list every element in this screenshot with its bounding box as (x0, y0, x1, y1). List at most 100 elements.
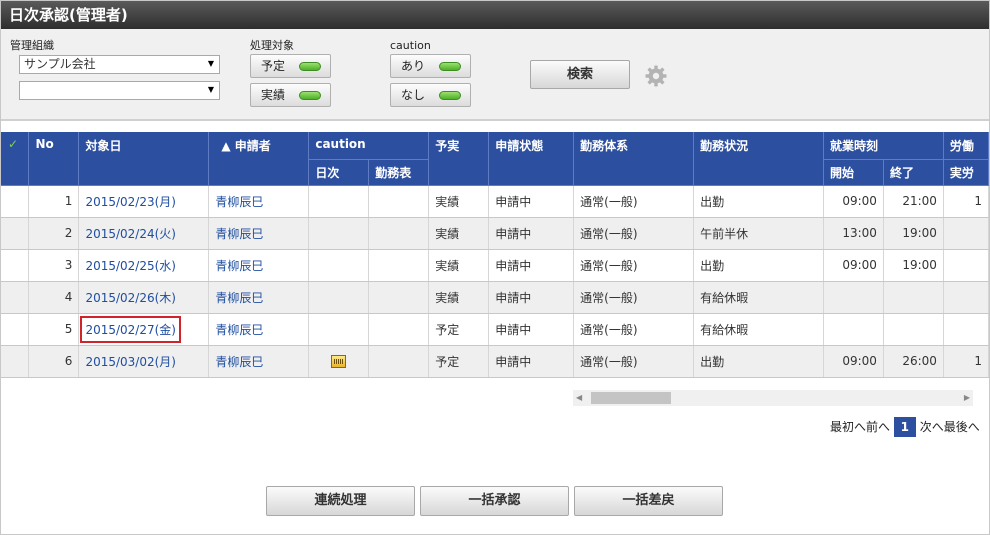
row-date-link[interactable]: 2015/02/27(金) (78, 313, 210, 346)
row-caution-daily (308, 281, 370, 314)
row-plan-actual: 実績 (428, 249, 490, 282)
caution-yes-toggle[interactable]: あり (390, 54, 471, 78)
col-header-plan-actual[interactable]: 予実 (428, 132, 490, 186)
caution-no-label: なし (401, 88, 426, 102)
row-status: 申請中 (488, 313, 575, 346)
pager-next-link[interactable]: 次へ (920, 420, 944, 434)
row-caution-sheet (368, 313, 430, 346)
page-title: 日次承認(管理者) (9, 6, 128, 24)
org-select-1[interactable]: サンプル会社 ▼ (19, 55, 220, 74)
col-header-applicant[interactable]: ▲ 申請者 (208, 132, 310, 186)
dropdown-arrow-icon: ▼ (207, 85, 214, 94)
row-date-link[interactable]: 2015/02/24(火) (78, 217, 210, 250)
settings-gear-icon[interactable] (644, 64, 668, 88)
target-plan-toggle[interactable]: 予定 (250, 54, 331, 78)
col-header-work-status[interactable]: 勤務状況 (693, 132, 824, 186)
row-end (883, 313, 944, 346)
row-work-status: 出勤 (693, 185, 824, 218)
scroll-left-arrow-icon[interactable]: ◀ (576, 392, 582, 404)
row-caution-sheet (368, 249, 430, 282)
row-applicant-link[interactable]: 青柳辰巳 (208, 345, 310, 378)
row-select-cell[interactable] (1, 249, 30, 282)
target-label: 処理対象 (250, 39, 294, 52)
col-header-labor: 労働 (943, 132, 989, 160)
target-plan-label: 予定 (261, 59, 286, 73)
caution-icon[interactable] (331, 355, 347, 368)
filter-panel: 管理組織 サンプル会社 ▼ ▼ 処理対象 予定 実績 caution あり なし… (1, 29, 989, 121)
row-select-cell[interactable] (1, 217, 30, 250)
row-work-status: 出勤 (693, 249, 824, 282)
toggle-on-indicator-icon (299, 62, 321, 71)
caution-no-toggle[interactable]: なし (390, 83, 471, 107)
toggle-on-indicator-icon (439, 91, 461, 100)
select-all-check-icon[interactable]: ✓ (1, 132, 30, 186)
table-row[interactable]: 2 2015/02/24(火) 青柳辰巳 実績 申請中 通常(一般) 午前半休 … (1, 217, 989, 250)
scroll-thumb[interactable] (591, 392, 671, 404)
row-caution-daily (308, 217, 370, 250)
col-header-caution: caution (308, 132, 430, 160)
org-label: 管理組織 (10, 39, 54, 52)
row-date[interactable]: 2015/02/24(火) (85, 225, 176, 242)
row-date-highlighted[interactable]: 2015/02/27(金) (80, 315, 181, 343)
row-date-link[interactable]: 2015/02/26(木) (78, 281, 210, 314)
scroll-right-arrow-icon[interactable]: ▶ (964, 392, 970, 404)
row-start: 09:00 (823, 345, 884, 378)
caution-filter-label: caution (390, 39, 431, 52)
horizontal-scrollbar[interactable]: ◀ ▶ (573, 390, 973, 406)
row-plan-actual: 予定 (428, 345, 490, 378)
row-applicant-link[interactable]: 青柳辰巳 (208, 185, 310, 218)
table-row[interactable]: 4 2015/02/26(木) 青柳辰巳 実績 申請中 通常(一般) 有給休暇 (1, 281, 989, 314)
col-header-start: 開始 (823, 159, 884, 186)
row-select-cell[interactable] (1, 281, 30, 314)
row-select-cell[interactable] (1, 345, 30, 378)
pager-first-link[interactable]: 最初へ (830, 420, 866, 434)
row-plan-actual: 実績 (428, 185, 490, 218)
row-system: 通常(一般) (573, 185, 695, 218)
table-row[interactable]: 5 2015/02/27(金) 青柳辰巳 予定 申請中 通常(一般) 有給休暇 (1, 313, 989, 346)
row-caution-daily (308, 249, 370, 282)
pager-last-link[interactable]: 最後へ (944, 420, 980, 434)
row-date-link[interactable]: 2015/03/02(月) (78, 345, 210, 378)
col-header-status[interactable]: 申請状態 (488, 132, 575, 186)
row-status: 申請中 (488, 281, 575, 314)
row-select-cell[interactable] (1, 185, 30, 218)
search-button[interactable]: 検索 (530, 60, 630, 89)
row-caution-sheet (368, 185, 430, 218)
row-date[interactable]: 2015/02/25(水) (85, 257, 176, 274)
row-applicant-link[interactable]: 青柳辰巳 (208, 217, 310, 250)
table-row[interactable]: 1 2015/02/23(月) 青柳辰巳 実績 申請中 通常(一般) 出勤 09… (1, 185, 989, 218)
table-row[interactable]: 6 2015/03/02(月) 青柳辰巳 予定 申請中 通常(一般) 出勤 09… (1, 345, 989, 378)
row-select-cell[interactable] (1, 313, 30, 346)
row-start: 09:00 (823, 249, 884, 282)
table-row[interactable]: 3 2015/02/25(水) 青柳辰巳 実績 申請中 通常(一般) 出勤 09… (1, 249, 989, 282)
row-end: 19:00 (883, 217, 944, 250)
row-applicant-link[interactable]: 青柳辰巳 (208, 281, 310, 314)
row-date[interactable]: 2015/02/23(月) (85, 193, 176, 210)
bulk-return-button[interactable]: 一括差戻 (574, 486, 723, 516)
bulk-approve-button[interactable]: 一括承認 (420, 486, 569, 516)
row-plan-actual: 実績 (428, 281, 490, 314)
row-date[interactable]: 2015/02/26(木) (85, 289, 176, 306)
row-no: 2 (28, 217, 80, 250)
row-labor: 1 (943, 345, 989, 378)
col-header-system[interactable]: 勤務体系 (573, 132, 695, 186)
target-actual-toggle[interactable]: 実績 (250, 83, 331, 107)
toggle-on-indicator-icon (299, 91, 321, 100)
approval-grid: ✓ No 対象日 ▲ 申請者 caution 予実 申請状態 勤務体系 勤務状況… (1, 132, 989, 378)
pager-current-page[interactable]: 1 (893, 417, 916, 437)
approval-table: ✓ No 対象日 ▲ 申請者 caution 予実 申請状態 勤務体系 勤務状況… (1, 132, 989, 378)
org-select-2[interactable]: ▼ (19, 81, 220, 100)
continuous-process-button[interactable]: 連続処理 (266, 486, 415, 516)
col-header-work-time: 就業時刻 (823, 132, 944, 160)
row-start: 13:00 (823, 217, 884, 250)
row-date-link[interactable]: 2015/02/25(水) (78, 249, 210, 282)
row-date-link[interactable]: 2015/02/23(月) (78, 185, 210, 218)
row-applicant-link[interactable]: 青柳辰巳 (208, 313, 310, 346)
col-header-end: 終了 (883, 159, 944, 186)
row-applicant-link[interactable]: 青柳辰巳 (208, 249, 310, 282)
pager-prev-link[interactable]: 前へ (866, 420, 890, 434)
row-date[interactable]: 2015/03/02(月) (85, 353, 176, 370)
row-system: 通常(一般) (573, 281, 695, 314)
col-header-date[interactable]: 対象日 (78, 132, 210, 186)
row-status: 申請中 (488, 249, 575, 282)
